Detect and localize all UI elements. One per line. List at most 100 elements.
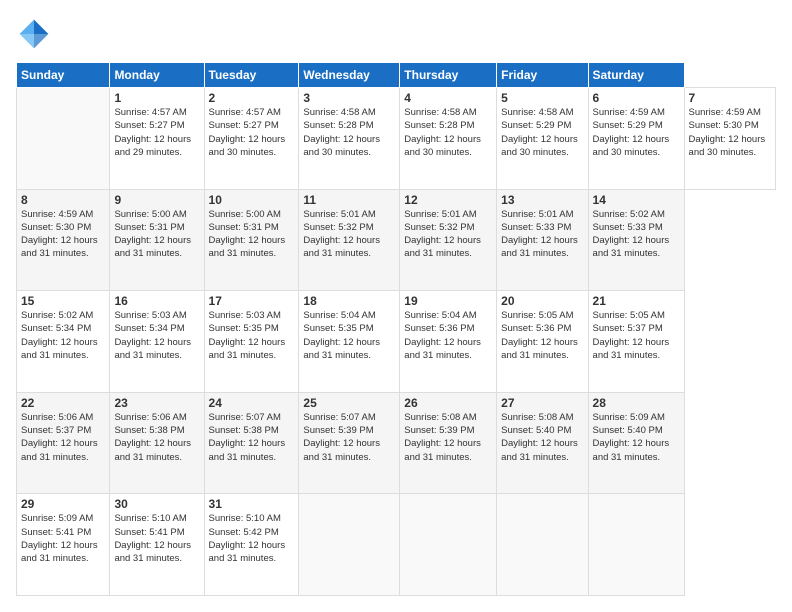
day-info: Sunrise: 5:07 AMSunset: 5:39 PMDaylight:… <box>303 411 395 464</box>
day-info: Sunrise: 4:59 AMSunset: 5:29 PMDaylight:… <box>593 106 680 159</box>
day-number: 29 <box>21 497 105 511</box>
day-cell: 27Sunrise: 5:08 AMSunset: 5:40 PMDayligh… <box>497 392 588 494</box>
day-info: Sunrise: 5:02 AMSunset: 5:33 PMDaylight:… <box>593 208 680 261</box>
day-cell: 18Sunrise: 5:04 AMSunset: 5:35 PMDayligh… <box>299 291 400 393</box>
day-cell: 31Sunrise: 5:10 AMSunset: 5:42 PMDayligh… <box>204 494 299 596</box>
day-number: 9 <box>114 193 199 207</box>
day-number: 21 <box>593 294 680 308</box>
day-cell: 22Sunrise: 5:06 AMSunset: 5:37 PMDayligh… <box>17 392 110 494</box>
day-number: 7 <box>689 91 771 105</box>
day-info: Sunrise: 4:58 AMSunset: 5:28 PMDaylight:… <box>404 106 492 159</box>
day-number: 2 <box>209 91 295 105</box>
day-cell: 15Sunrise: 5:02 AMSunset: 5:34 PMDayligh… <box>17 291 110 393</box>
day-number: 1 <box>114 91 199 105</box>
header <box>16 16 776 52</box>
day-cell: 12Sunrise: 5:01 AMSunset: 5:32 PMDayligh… <box>400 189 497 291</box>
day-info: Sunrise: 5:01 AMSunset: 5:32 PMDaylight:… <box>303 208 395 261</box>
week-row: 22Sunrise: 5:06 AMSunset: 5:37 PMDayligh… <box>17 392 776 494</box>
day-info: Sunrise: 5:00 AMSunset: 5:31 PMDaylight:… <box>209 208 295 261</box>
day-cell: 20Sunrise: 5:05 AMSunset: 5:36 PMDayligh… <box>497 291 588 393</box>
week-row: 29Sunrise: 5:09 AMSunset: 5:41 PMDayligh… <box>17 494 776 596</box>
day-info: Sunrise: 5:09 AMSunset: 5:41 PMDaylight:… <box>21 512 105 565</box>
calendar: SundayMondayTuesdayWednesdayThursdayFrid… <box>16 62 776 596</box>
col-header-wednesday: Wednesday <box>299 63 400 88</box>
day-cell: 17Sunrise: 5:03 AMSunset: 5:35 PMDayligh… <box>204 291 299 393</box>
day-cell: 3Sunrise: 4:58 AMSunset: 5:28 PMDaylight… <box>299 88 400 190</box>
day-number: 3 <box>303 91 395 105</box>
day-cell: 24Sunrise: 5:07 AMSunset: 5:38 PMDayligh… <box>204 392 299 494</box>
day-cell: 19Sunrise: 5:04 AMSunset: 5:36 PMDayligh… <box>400 291 497 393</box>
day-number: 12 <box>404 193 492 207</box>
day-info: Sunrise: 5:02 AMSunset: 5:34 PMDaylight:… <box>21 309 105 362</box>
day-number: 14 <box>593 193 680 207</box>
day-number: 22 <box>21 396 105 410</box>
col-header-monday: Monday <box>110 63 204 88</box>
day-info: Sunrise: 5:01 AMSunset: 5:32 PMDaylight:… <box>404 208 492 261</box>
day-info: Sunrise: 5:03 AMSunset: 5:35 PMDaylight:… <box>209 309 295 362</box>
day-info: Sunrise: 4:57 AMSunset: 5:27 PMDaylight:… <box>114 106 199 159</box>
empty-cell <box>299 494 400 596</box>
day-number: 17 <box>209 294 295 308</box>
day-number: 13 <box>501 193 583 207</box>
empty-cell <box>17 88 110 190</box>
day-number: 16 <box>114 294 199 308</box>
day-info: Sunrise: 4:58 AMSunset: 5:28 PMDaylight:… <box>303 106 395 159</box>
day-number: 6 <box>593 91 680 105</box>
col-header-tuesday: Tuesday <box>204 63 299 88</box>
day-number: 18 <box>303 294 395 308</box>
day-number: 25 <box>303 396 395 410</box>
day-info: Sunrise: 5:09 AMSunset: 5:40 PMDaylight:… <box>593 411 680 464</box>
day-cell: 21Sunrise: 5:05 AMSunset: 5:37 PMDayligh… <box>588 291 684 393</box>
week-row: 1Sunrise: 4:57 AMSunset: 5:27 PMDaylight… <box>17 88 776 190</box>
day-info: Sunrise: 4:59 AMSunset: 5:30 PMDaylight:… <box>21 208 105 261</box>
day-info: Sunrise: 5:07 AMSunset: 5:38 PMDaylight:… <box>209 411 295 464</box>
day-number: 20 <box>501 294 583 308</box>
day-cell: 28Sunrise: 5:09 AMSunset: 5:40 PMDayligh… <box>588 392 684 494</box>
day-cell: 9Sunrise: 5:00 AMSunset: 5:31 PMDaylight… <box>110 189 204 291</box>
day-info: Sunrise: 5:06 AMSunset: 5:38 PMDaylight:… <box>114 411 199 464</box>
day-cell: 11Sunrise: 5:01 AMSunset: 5:32 PMDayligh… <box>299 189 400 291</box>
day-cell: 2Sunrise: 4:57 AMSunset: 5:27 PMDaylight… <box>204 88 299 190</box>
day-number: 15 <box>21 294 105 308</box>
day-cell: 29Sunrise: 5:09 AMSunset: 5:41 PMDayligh… <box>17 494 110 596</box>
week-row: 15Sunrise: 5:02 AMSunset: 5:34 PMDayligh… <box>17 291 776 393</box>
day-number: 23 <box>114 396 199 410</box>
day-cell: 26Sunrise: 5:08 AMSunset: 5:39 PMDayligh… <box>400 392 497 494</box>
col-header-sunday: Sunday <box>17 63 110 88</box>
day-info: Sunrise: 5:03 AMSunset: 5:34 PMDaylight:… <box>114 309 199 362</box>
day-info: Sunrise: 5:05 AMSunset: 5:36 PMDaylight:… <box>501 309 583 362</box>
day-cell: 8Sunrise: 4:59 AMSunset: 5:30 PMDaylight… <box>17 189 110 291</box>
col-header-saturday: Saturday <box>588 63 684 88</box>
day-number: 26 <box>404 396 492 410</box>
day-number: 5 <box>501 91 583 105</box>
col-header-friday: Friday <box>497 63 588 88</box>
day-number: 31 <box>209 497 295 511</box>
day-number: 30 <box>114 497 199 511</box>
day-info: Sunrise: 5:01 AMSunset: 5:33 PMDaylight:… <box>501 208 583 261</box>
day-info: Sunrise: 4:59 AMSunset: 5:30 PMDaylight:… <box>689 106 771 159</box>
day-cell: 25Sunrise: 5:07 AMSunset: 5:39 PMDayligh… <box>299 392 400 494</box>
week-row: 8Sunrise: 4:59 AMSunset: 5:30 PMDaylight… <box>17 189 776 291</box>
day-number: 27 <box>501 396 583 410</box>
day-number: 10 <box>209 193 295 207</box>
day-cell: 5Sunrise: 4:58 AMSunset: 5:29 PMDaylight… <box>497 88 588 190</box>
day-info: Sunrise: 4:58 AMSunset: 5:29 PMDaylight:… <box>501 106 583 159</box>
header-row: SundayMondayTuesdayWednesdayThursdayFrid… <box>17 63 776 88</box>
logo-icon <box>16 16 52 52</box>
day-number: 4 <box>404 91 492 105</box>
empty-cell <box>400 494 497 596</box>
day-info: Sunrise: 4:57 AMSunset: 5:27 PMDaylight:… <box>209 106 295 159</box>
day-number: 8 <box>21 193 105 207</box>
day-cell: 14Sunrise: 5:02 AMSunset: 5:33 PMDayligh… <box>588 189 684 291</box>
day-cell: 1Sunrise: 4:57 AMSunset: 5:27 PMDaylight… <box>110 88 204 190</box>
day-cell: 13Sunrise: 5:01 AMSunset: 5:33 PMDayligh… <box>497 189 588 291</box>
day-info: Sunrise: 5:00 AMSunset: 5:31 PMDaylight:… <box>114 208 199 261</box>
empty-cell <box>497 494 588 596</box>
day-info: Sunrise: 5:06 AMSunset: 5:37 PMDaylight:… <box>21 411 105 464</box>
page: SundayMondayTuesdayWednesdayThursdayFrid… <box>0 0 792 612</box>
day-cell: 23Sunrise: 5:06 AMSunset: 5:38 PMDayligh… <box>110 392 204 494</box>
day-info: Sunrise: 5:10 AMSunset: 5:42 PMDaylight:… <box>209 512 295 565</box>
day-info: Sunrise: 5:04 AMSunset: 5:36 PMDaylight:… <box>404 309 492 362</box>
day-cell: 4Sunrise: 4:58 AMSunset: 5:28 PMDaylight… <box>400 88 497 190</box>
day-cell: 6Sunrise: 4:59 AMSunset: 5:29 PMDaylight… <box>588 88 684 190</box>
